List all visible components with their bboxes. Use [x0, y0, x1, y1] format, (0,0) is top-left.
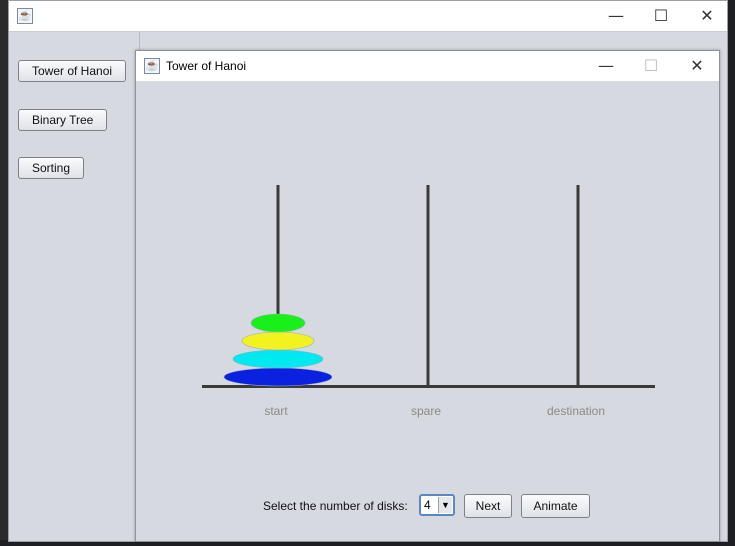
- hanoi-maximize-button: ☐: [643, 56, 659, 75]
- java-app-icon: ☕: [17, 8, 33, 24]
- disk-2: [241, 331, 315, 351]
- hanoi-minimize-button[interactable]: —: [583, 51, 629, 81]
- peg-label-start: start: [264, 404, 288, 418]
- tower-of-hanoi-button[interactable]: Tower of Hanoi: [18, 60, 127, 82]
- rod-destination: [576, 185, 580, 386]
- main-close-button[interactable]: ✕: [684, 1, 730, 31]
- disk-count-value: 4: [424, 498, 431, 512]
- disk-4: [223, 367, 333, 387]
- rod-spare: [426, 185, 430, 386]
- main-minimize-button[interactable]: —: [593, 1, 639, 31]
- main-titlebar: ☕ — ☐ ✕: [9, 1, 727, 32]
- hanoi-window-title: Tower of Hanoi: [166, 59, 247, 73]
- animate-button[interactable]: Animate: [521, 494, 590, 518]
- hanoi-board: start spare destination: [202, 185, 655, 418]
- background-editor-strip: [728, 0, 735, 546]
- disk-1: [250, 313, 306, 333]
- dropdown-arrow-icon[interactable]: ▼: [438, 497, 452, 513]
- binary-tree-button[interactable]: Binary Tree: [18, 109, 108, 131]
- sorting-button[interactable]: Sorting: [18, 157, 85, 179]
- hanoi-close-button[interactable]: ✕: [674, 51, 720, 81]
- main-maximize-button[interactable]: ☐: [638, 1, 684, 31]
- hanoi-titlebar: ☕ Tower of Hanoi — ☐ ✕: [136, 51, 719, 81]
- next-button[interactable]: Next: [464, 494, 512, 518]
- disk-3: [232, 349, 324, 369]
- disk-count-select[interactable]: 4 ▼: [419, 494, 455, 516]
- peg-label-spare: spare: [411, 404, 441, 418]
- peg-label-destination: destination: [547, 404, 605, 418]
- disk-count-label: Select the number of disks:: [263, 499, 408, 513]
- java-app-icon: ☕: [144, 58, 160, 74]
- hanoi-window: ☕ Tower of Hanoi — ☐ ✕ start spare destina…: [135, 50, 720, 542]
